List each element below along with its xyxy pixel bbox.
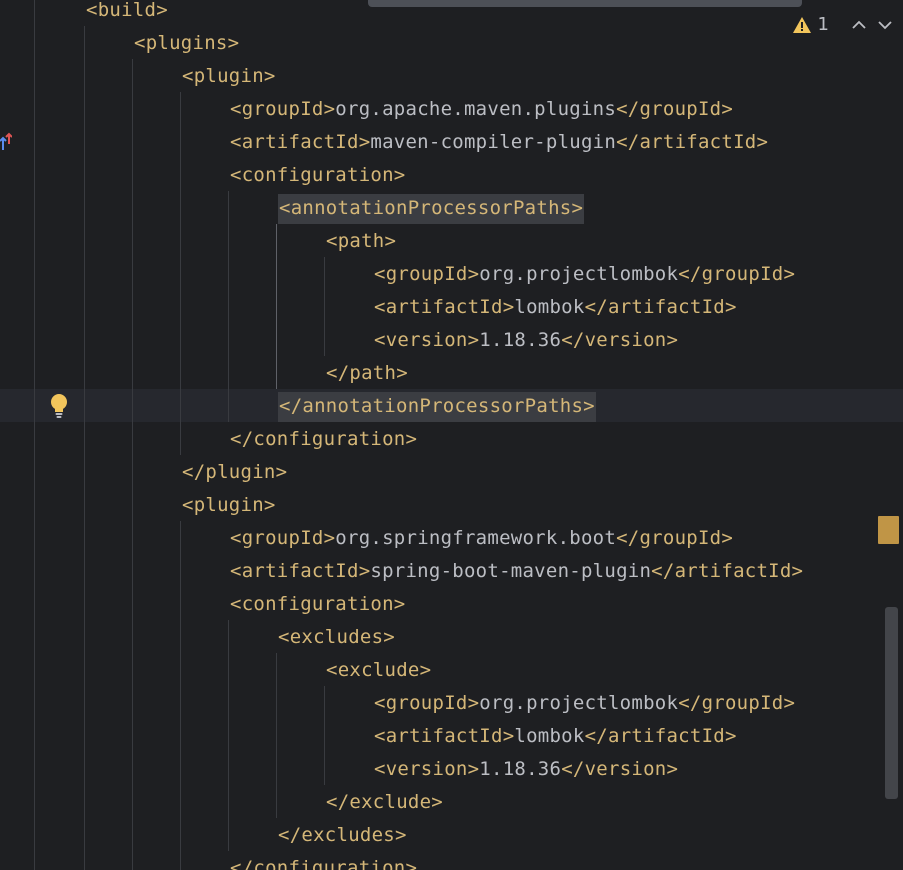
xml-tag: <exclude> [326,659,432,681]
xml-tag: <configuration> [230,164,406,186]
override-arrows-icon[interactable] [0,130,13,152]
code-line[interactable]: <excludes> [278,621,395,654]
xml-tag: </artifactId> [651,560,804,582]
indent-guide [132,59,133,870]
xml-tag: </version> [561,329,679,351]
xml-text: lombok [514,296,585,318]
xml-tag: </exclude> [326,791,443,813]
xml-tag: <artifactId> [230,560,371,582]
code-line[interactable]: <artifactId>maven-compiler-plugin</artif… [230,126,768,159]
code-line[interactable]: </excludes> [278,819,407,852]
xml-tag: <groupId> [230,527,336,549]
xml-tag: <groupId> [374,692,480,714]
xml-text: lombok [514,725,585,747]
xml-text: org.projectlombok [479,692,679,714]
xml-tag: </groupId> [616,527,734,549]
code-line[interactable]: <annotationProcessorPaths> [278,192,585,225]
code-line[interactable]: <groupId>org.projectlombok</groupId> [374,687,795,720]
code-line[interactable]: <path> [326,225,396,258]
code-line[interactable]: <artifactId>spring-boot-maven-plugin</ar… [230,555,803,588]
xml-tag: </groupId> [678,263,796,285]
code-line[interactable]: </exclude> [326,786,443,819]
xml-tag: <version> [374,329,480,351]
warning-stripe-marker[interactable] [878,516,899,544]
xml-tag: <excludes> [278,626,395,648]
warning-triangle-icon[interactable] [792,16,812,34]
xml-tag: </groupId> [678,692,796,714]
xml-tag: <plugin> [182,494,276,516]
xml-text: org.apache.maven.plugins [335,98,617,120]
vertical-scrollbar-thumb[interactable] [885,607,898,799]
indent-guide [324,686,325,785]
code-line[interactable]: <build> [86,0,168,27]
xml-tag: <path> [326,230,397,252]
xml-tag: <artifactId> [374,725,515,747]
xml-text: org.projectlombok [479,263,679,285]
chevron-up-icon[interactable] [849,15,869,35]
xml-tag: <plugins> [134,32,240,54]
xml-tag: </artifactId> [616,131,769,153]
code-line[interactable]: <version>1.18.36</version> [374,753,678,786]
code-line[interactable]: <exclude> [326,654,431,687]
xml-tag: </groupId> [616,98,734,120]
xml-text: org.springframework.boot [335,527,617,549]
xml-tag: <annotationProcessorPaths> [278,194,585,224]
xml-tag: <plugin> [182,65,276,87]
inspection-widget: 1 [792,14,895,35]
indent-guide [84,26,85,870]
code-line[interactable]: </plugin> [182,456,287,489]
xml-tag: </excludes> [278,824,407,846]
xml-tag: <version> [374,758,480,780]
indent-guide [324,257,325,356]
code-line[interactable]: </configuration> [230,852,417,870]
xml-tag: </artifactId> [584,725,737,747]
xml-text: maven-compiler-plugin [370,131,617,153]
code-line[interactable]: <configuration> [230,159,406,192]
indent-guide [228,620,229,851]
code-line[interactable]: <groupId>org.apache.maven.plugins</group… [230,93,733,126]
code-line[interactable]: </path> [326,357,408,390]
xml-tag: <groupId> [374,263,480,285]
horizontal-scrollbar-thumb[interactable] [368,0,802,7]
indent-guide [34,0,35,870]
code-line[interactable]: <configuration> [230,588,406,621]
indent-guide [228,191,229,422]
xml-tag: <build> [86,0,168,21]
code-line[interactable]: <artifactId>lombok</artifactId> [374,720,737,753]
indent-guide-active [276,224,277,389]
code-line[interactable]: <plugin> [182,489,276,522]
xml-tag: </configuration> [230,428,418,450]
indent-guide [276,653,277,818]
xml-tag: </configuration> [230,857,418,870]
code-editor[interactable]: <build> <plugins> <plugin> <groupId>org.apa… [0,0,903,870]
xml-text: 1.18.36 [479,758,562,780]
code-line[interactable]: <version>1.18.36</version> [374,324,678,357]
code-line[interactable]: </annotationProcessorPaths> [278,390,596,423]
code-line[interactable]: <plugins> [134,27,239,60]
xml-tag: <artifactId> [374,296,515,318]
xml-tag: </path> [326,362,408,384]
chevron-down-icon[interactable] [875,15,895,35]
xml-tag: </version> [561,758,679,780]
indent-guide [180,521,181,870]
xml-tag: <configuration> [230,593,406,615]
lightbulb-icon[interactable] [48,393,70,419]
xml-text: spring-boot-maven-plugin [370,560,652,582]
code-line[interactable]: </configuration> [230,423,417,456]
code-line[interactable]: <groupId>org.springframework.boot</group… [230,522,733,555]
xml-tag: <groupId> [230,98,336,120]
warning-count[interactable]: 1 [818,14,829,35]
code-line[interactable]: <artifactId>lombok</artifactId> [374,291,737,324]
xml-tag: </artifactId> [584,296,737,318]
xml-tag: <artifactId> [230,131,371,153]
code-line[interactable]: <plugin> [182,60,276,93]
xml-tag: </annotationProcessorPaths> [278,392,596,422]
xml-tag: </plugin> [182,461,288,483]
indent-guide [180,92,181,455]
xml-text: 1.18.36 [479,329,562,351]
code-line[interactable]: <groupId>org.projectlombok</groupId> [374,258,795,291]
